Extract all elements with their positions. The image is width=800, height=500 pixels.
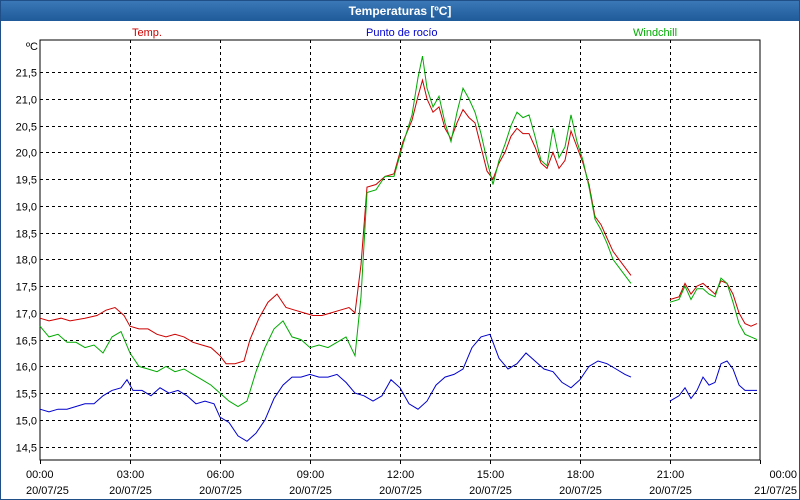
y-tick-label: 17,5 bbox=[16, 282, 37, 294]
y-tick-label: 20,5 bbox=[16, 122, 37, 134]
y-tick-label: 14,5 bbox=[16, 443, 37, 455]
x-tick-date: 20/07/25 bbox=[649, 485, 692, 497]
x-tick-date: 20/07/25 bbox=[109, 485, 152, 497]
x-tick-date: 20/07/25 bbox=[379, 485, 422, 497]
y-tick-label: 15,0 bbox=[16, 416, 37, 428]
series-line-windchill bbox=[39, 55, 632, 408]
temperature-chart: 14,5 15,0 15,5 16,0 16,5 17,0 17,5 18,0 18,5 19,0… bbox=[16, 39, 797, 497]
x-tick-time: 21:00 bbox=[657, 469, 685, 481]
y-tick-label: 19,5 bbox=[16, 175, 37, 187]
y-tick-label: 15,5 bbox=[16, 389, 37, 401]
y-tick-label: 18,5 bbox=[16, 229, 37, 241]
x-tick-date: 20/07/25 bbox=[199, 485, 242, 497]
y-tick-label: 18,0 bbox=[16, 255, 37, 267]
series-line-dew-point bbox=[669, 360, 757, 402]
y-tick-label: 21,0 bbox=[16, 95, 37, 107]
x-tick-time: 12:00 bbox=[387, 469, 415, 481]
x-tick-time: 03:00 bbox=[117, 469, 145, 481]
x-tick-date: 20/07/25 bbox=[289, 485, 332, 497]
x-tick-time: 18:00 bbox=[567, 469, 595, 481]
x-tick-date: 21/07/25 bbox=[754, 485, 797, 497]
x-tick-time: 09:00 bbox=[297, 469, 325, 481]
y-tick-label: 21,5 bbox=[16, 68, 37, 80]
y-tick-label: 19,0 bbox=[16, 202, 37, 214]
y-tick-label: 17,0 bbox=[16, 309, 37, 321]
x-tick-date: 20/07/25 bbox=[26, 485, 69, 497]
x-tick-time: 15:00 bbox=[477, 469, 505, 481]
x-tick-time: 00:00 bbox=[26, 469, 54, 481]
y-tick-label: 16,5 bbox=[16, 336, 37, 348]
x-tick-time: 00:00 bbox=[769, 469, 797, 481]
series-line-temp bbox=[39, 78, 632, 365]
y-tick-label: 16,0 bbox=[16, 362, 37, 374]
series-line-temp bbox=[669, 280, 758, 327]
x-tick-date: 20/07/25 bbox=[469, 485, 512, 497]
x-tick-date: 20/07/25 bbox=[559, 485, 602, 497]
y-tick-label: 20,0 bbox=[16, 148, 37, 160]
x-tick-time: 06:00 bbox=[207, 469, 235, 481]
